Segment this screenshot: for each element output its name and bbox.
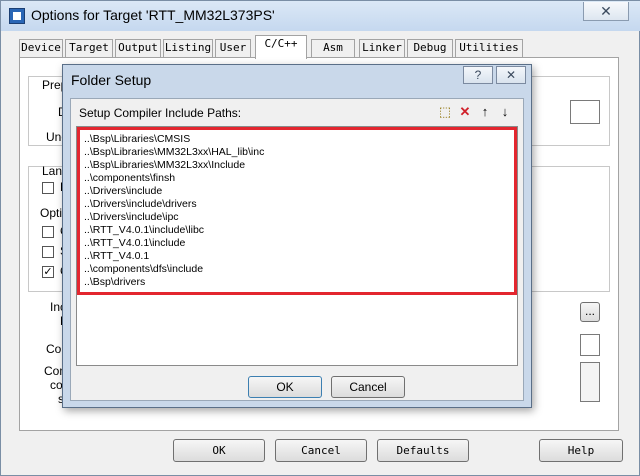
- move-down-icon[interactable]: ↓: [497, 104, 513, 120]
- tab-asm[interactable]: Asm: [311, 39, 355, 57]
- window-titlebar: Options for Target 'RTT_MM32L373PS' ✕: [1, 1, 640, 31]
- browse-button[interactable]: ...: [580, 302, 600, 322]
- path-item[interactable]: ..\components\finsh: [84, 172, 175, 185]
- tab-utilities[interactable]: Utilities: [455, 39, 523, 57]
- compiler-string-scrollbar[interactable]: [580, 362, 600, 402]
- ok-button[interactable]: OK: [173, 439, 265, 462]
- tab-listing[interactable]: Listing: [163, 39, 213, 57]
- dialog-ok-button[interactable]: OK: [248, 376, 322, 398]
- tab-linker[interactable]: Linker: [359, 39, 405, 57]
- paths-list[interactable]: ..\Bsp\Libraries\CMSIS ..\Bsp\Libraries\…: [76, 126, 518, 366]
- dialog-help-button[interactable]: ?: [463, 66, 493, 84]
- dialog-close-button[interactable]: ✕: [496, 66, 526, 84]
- tab-user[interactable]: User: [215, 39, 251, 57]
- option-checkbox[interactable]: [42, 246, 54, 258]
- path-item[interactable]: ..\Bsp\Libraries\MM32L3xx\Include: [84, 159, 245, 172]
- path-item[interactable]: ..\components\dfs\include: [84, 263, 203, 276]
- tab-target[interactable]: Target: [65, 39, 113, 57]
- help-button[interactable]: Help: [539, 439, 623, 462]
- window-close-button[interactable]: ✕: [583, 2, 629, 21]
- option-checkbox-checked[interactable]: ✓: [42, 266, 54, 278]
- path-item[interactable]: ..\RTT_V4.0.1\include: [84, 237, 185, 250]
- path-item[interactable]: ..\RTT_V4.0.1: [84, 250, 149, 263]
- define-field[interactable]: [570, 100, 600, 124]
- new-folder-icon[interactable]: ⬚: [437, 104, 453, 120]
- path-item[interactable]: ..\Drivers\include\ipc: [84, 211, 179, 224]
- controls-field[interactable]: [580, 334, 600, 356]
- dialog-cancel-button[interactable]: Cancel: [331, 376, 405, 398]
- path-item[interactable]: ..\Bsp\drivers: [84, 276, 145, 289]
- tab-c-cpp[interactable]: C/C++: [255, 35, 307, 59]
- control-label: co: [50, 378, 63, 392]
- path-item[interactable]: ..\Drivers\include: [84, 185, 162, 198]
- path-item[interactable]: ..\Bsp\Libraries\CMSIS: [84, 133, 190, 146]
- option-checkbox[interactable]: [42, 226, 54, 238]
- tab-debug[interactable]: Debug: [407, 39, 453, 57]
- move-up-icon[interactable]: ↑: [477, 104, 493, 120]
- include-paths-label: Setup Compiler Include Paths:: [79, 106, 242, 120]
- path-item[interactable]: ..\RTT_V4.0.1\include\libc: [84, 224, 204, 237]
- tab-device[interactable]: Device: [19, 39, 63, 57]
- cancel-button[interactable]: Cancel: [275, 439, 367, 462]
- path-item[interactable]: ..\Bsp\Libraries\MM32L3xx\HAL_lib\inc: [84, 146, 264, 159]
- delete-icon[interactable]: ✕: [457, 104, 473, 120]
- tab-output[interactable]: Output: [115, 39, 161, 57]
- dialog-title: Folder Setup: [71, 72, 152, 88]
- option-checkbox[interactable]: [42, 182, 54, 194]
- app-icon: [9, 8, 25, 24]
- dialog-body: Setup Compiler Include Paths: ⬚ ✕ ↑ ..\B…: [70, 98, 524, 401]
- folder-setup-dialog: Folder Setup ✕ Setup Compiler Include Pa…: [62, 64, 532, 408]
- window-title: Options for Target 'RTT_MM32L373PS': [31, 7, 275, 23]
- defaults-button[interactable]: Defaults: [377, 439, 469, 462]
- path-item[interactable]: ..\Drivers\include\drivers: [84, 198, 197, 211]
